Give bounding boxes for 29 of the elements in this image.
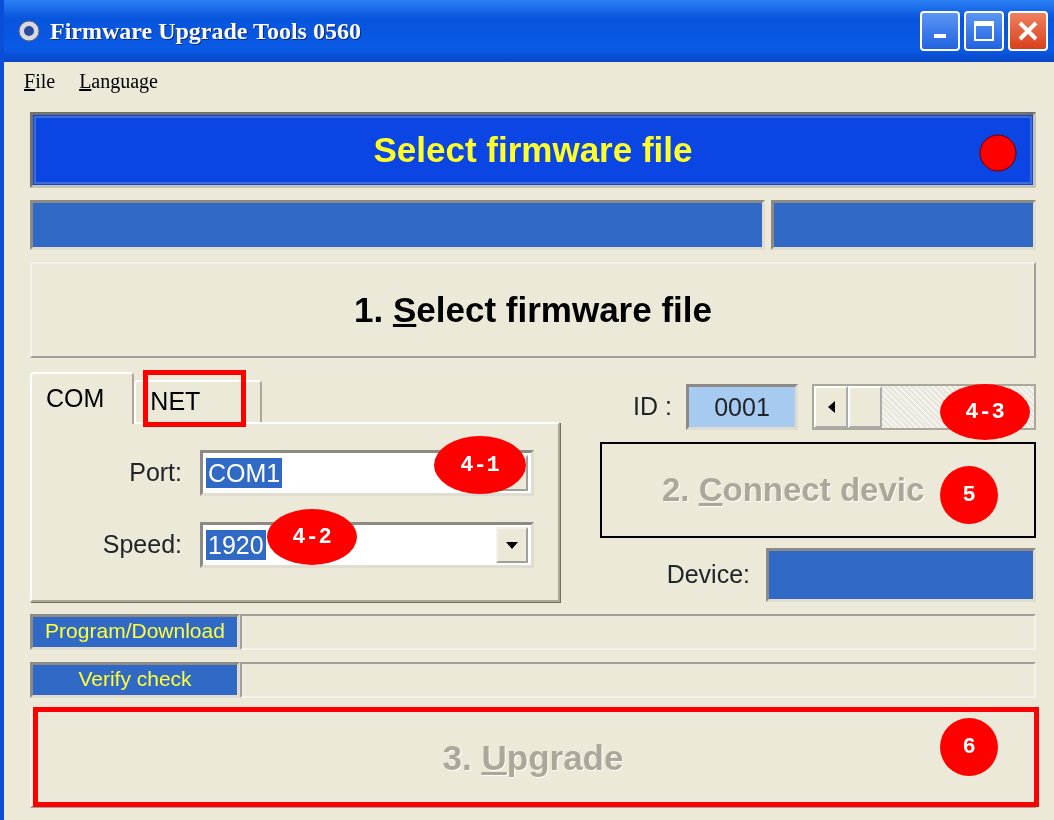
menu-item[interactable]: File (24, 66, 56, 96)
menu-item[interactable]: Language (79, 66, 158, 96)
progress-label: Verify check (30, 662, 240, 698)
select-firmware-button[interactable]: 1. Select firmware file (30, 262, 1036, 358)
callout-tooltip: 4-2 (267, 509, 357, 565)
id-field[interactable]: 0001 (686, 384, 798, 430)
minimize-button[interactable] (920, 11, 960, 51)
close-button[interactable] (1008, 11, 1048, 51)
status-indicator-icon (979, 134, 1017, 172)
close-icon (1017, 20, 1039, 42)
dropdown-button[interactable] (496, 527, 528, 563)
status-text: Select firmware file (373, 128, 693, 171)
scroll-thumb[interactable] (848, 386, 882, 428)
field-label: Device: (666, 559, 750, 591)
tab[interactable]: NET (134, 380, 263, 422)
app-icon (18, 20, 40, 42)
tab[interactable]: COM (30, 372, 135, 424)
minimize-icon (934, 34, 946, 38)
callout-tooltip: 4-1 (434, 436, 526, 494)
field-label: Speed: (101, 529, 182, 561)
maximize-icon (973, 20, 995, 42)
progress-label: Program/Download (30, 614, 240, 650)
field-label: Port: (128, 457, 182, 489)
caret-icon (506, 541, 518, 549)
maximize-button[interactable] (964, 11, 1004, 51)
left-arrow-icon (827, 401, 835, 413)
field-label: ID : (633, 391, 672, 423)
scroll-left-button[interactable] (814, 386, 848, 428)
window-title: Firmware Upgrade Tools 0560 (50, 17, 361, 46)
